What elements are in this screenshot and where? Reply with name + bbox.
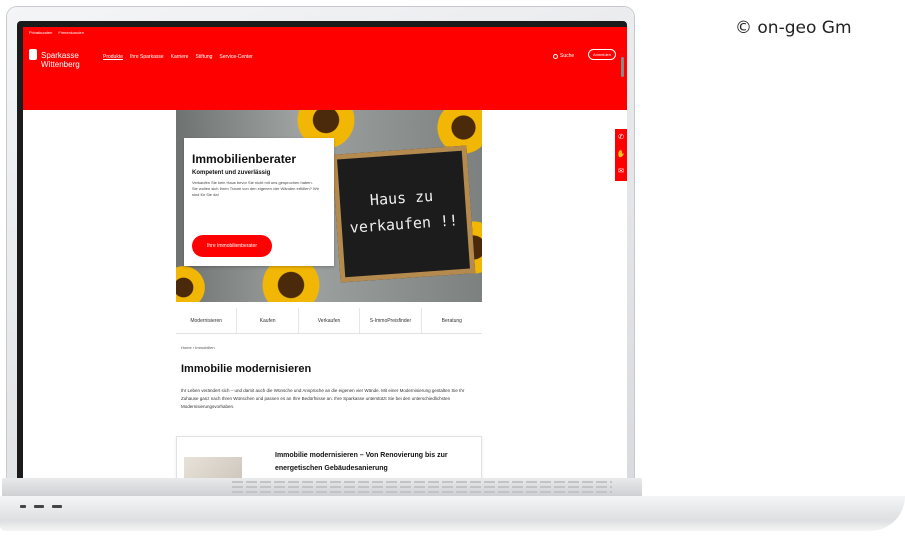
key-row	[232, 486, 612, 488]
blackboard-image: Haus zu verkaufen !!	[331, 145, 476, 283]
laptop-front-edge	[0, 496, 905, 531]
page-title: Immobilie modernisieren	[181, 363, 312, 375]
topbar-link-private[interactable]: Privatkunden	[29, 30, 52, 35]
laptop-keyboard-deck	[2, 478, 642, 496]
port-icon	[52, 505, 62, 508]
tab-immopreisfinder[interactable]: S-ImmoPreisfinder	[360, 308, 422, 333]
key-row	[232, 481, 612, 483]
nav-item-ihre-sparkasse[interactable]: Ihre Sparkasse	[130, 54, 164, 60]
scrollbar[interactable]	[621, 57, 624, 77]
article-title[interactable]: Immobilie modernisieren – Von Renovierun…	[275, 449, 475, 475]
breadcrumb[interactable]: Home › Immobilien	[181, 345, 215, 350]
hero-description-line2: Sie wollen sich Ihren Traum von den eige…	[192, 186, 319, 197]
main-navigation: Sparkasse Wittenberg Produkte Ihre Spark…	[23, 37, 627, 110]
section-tabs: Modernisieren Kaufen Verkaufen S-ImmoPre…	[176, 308, 482, 334]
nav-item-karriere[interactable]: Karriere	[171, 54, 189, 60]
port-icon	[34, 505, 44, 508]
laptop-lid: Privatkunden Firmenkunden Sparkasse Witt…	[7, 7, 634, 492]
brand-name-line2: Wittenberg	[41, 60, 80, 69]
search-button[interactable]: Suche	[553, 53, 574, 59]
search-label: Suche	[560, 53, 575, 59]
search-icon	[553, 53, 558, 59]
port-icon	[20, 505, 26, 508]
hero-card: Immobilienberater Kompetent und zuverläs…	[184, 138, 334, 266]
tab-modernisieren[interactable]: Modernisieren	[176, 308, 238, 333]
key-row	[232, 491, 612, 493]
hand-icon[interactable]: ✋	[617, 151, 626, 159]
nav-item-produkte[interactable]: Produkte	[103, 54, 123, 60]
laptop-ports	[20, 505, 62, 508]
hero-banner: Haus zu verkaufen !! Immobilienberater K…	[176, 110, 482, 302]
phone-icon[interactable]: ✆	[618, 134, 624, 142]
tab-beratung[interactable]: Beratung	[422, 308, 482, 333]
laptop-base	[0, 478, 905, 551]
hero-subtitle: Kompetent und zuverlässig	[192, 170, 271, 176]
blackboard-text-line2: verkaufen !!	[349, 211, 459, 237]
top-bar: Privatkunden Firmenkunden	[23, 27, 627, 37]
nav-item-stiftung[interactable]: Stiftung	[195, 54, 212, 60]
topbar-link-business[interactable]: Firmenkunden	[58, 30, 84, 35]
hero-description: Verkaufen Sie kein Haus bevor Sie nicht …	[192, 180, 326, 198]
copyright-text: © on-geo Gm	[735, 18, 852, 38]
nav-item-service-center[interactable]: Service-Center	[219, 54, 252, 60]
hero-title: Immobilienberater	[192, 152, 297, 166]
tab-verkaufen[interactable]: Verkaufen	[299, 308, 361, 333]
keyboard	[232, 481, 612, 493]
brand-name-line1: Sparkasse	[41, 51, 79, 60]
laptop-screen: Privatkunden Firmenkunden Sparkasse Witt…	[23, 27, 627, 487]
sunflower-image	[176, 265, 206, 302]
login-button[interactable]: Anmelden	[588, 49, 616, 60]
immobilienberater-button[interactable]: Ihre Immobilienberater	[192, 235, 272, 257]
blackboard-text-line1: Haus zu	[369, 186, 434, 210]
mail-icon[interactable]: ✉	[618, 168, 624, 176]
sparkasse-s-icon	[29, 49, 37, 60]
contact-sidebar: ✆ ✋ ✉	[615, 129, 627, 181]
nav-links: Produkte Ihre Sparkasse Karriere Stiftun…	[103, 54, 253, 60]
stage: © on-geo Gm Privatkunden Firmenkunden Sp…	[0, 0, 905, 551]
intro-paragraph: Ihr Leben verändert sich – und damit auc…	[181, 388, 465, 409]
tab-kaufen[interactable]: Kaufen	[237, 308, 299, 333]
